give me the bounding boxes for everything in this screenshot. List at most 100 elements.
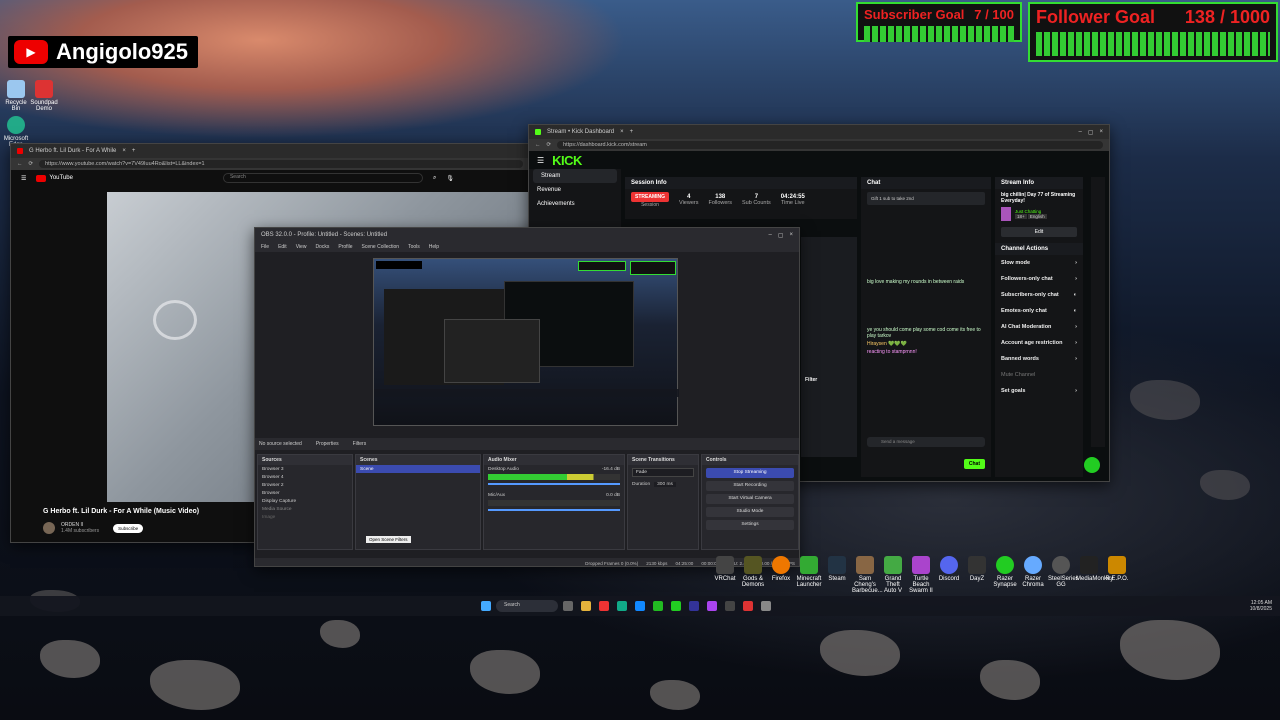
edit-stream-info-button[interactable]: Edit: [1001, 227, 1077, 237]
new-tab-icon[interactable]: +: [132, 148, 136, 154]
menu-icon[interactable]: ☰: [21, 175, 26, 182]
close-icon[interactable]: ×: [620, 129, 624, 135]
reload-icon[interactable]: ⟳: [29, 161, 34, 167]
menu-view[interactable]: View: [296, 244, 307, 250]
scene-item[interactable]: Scene: [356, 465, 480, 473]
action-account-age[interactable]: Account age restriction ›: [995, 335, 1083, 351]
desktop-icon[interactable]: SteelSeries GG: [1048, 556, 1079, 594]
chat-input[interactable]: Send a message: [867, 437, 985, 447]
stop-streaming-button[interactable]: Stop Streaming: [706, 468, 794, 478]
chat-send-button[interactable]: Chat: [963, 459, 985, 469]
start-virtual-camera-button[interactable]: Start Virtual Camera: [706, 494, 794, 504]
maximize-icon[interactable]: ▢: [778, 232, 784, 239]
settings-icon[interactable]: [761, 601, 771, 611]
chrome-icon[interactable]: [743, 601, 753, 611]
app-icon[interactable]: [707, 601, 717, 611]
action-subscribers-only[interactable]: Subscribers-only chat ◐: [995, 287, 1083, 303]
desktop-icon[interactable]: Turtle Beach Swarm II: [908, 556, 934, 594]
menu-profile[interactable]: Profile: [338, 244, 352, 250]
start-recording-button[interactable]: Start Recording: [706, 481, 794, 491]
window-close-icon[interactable]: ×: [1099, 129, 1103, 135]
volume-slider[interactable]: [488, 509, 620, 511]
source-item[interactable]: Browser 2: [258, 481, 352, 489]
filter-label[interactable]: Filter: [805, 377, 817, 383]
mic-icon[interactable]: 🎙: [446, 175, 454, 182]
task-view-icon[interactable]: [563, 601, 573, 611]
filters-button[interactable]: Filters: [353, 441, 367, 447]
kick-action-button[interactable]: [1084, 457, 1100, 473]
xbox-icon[interactable]: [653, 601, 663, 611]
desktop-icon[interactable]: Grand Theft Auto V: [880, 556, 906, 594]
menu-edit[interactable]: Edit: [278, 244, 287, 250]
file-explorer-icon[interactable]: [581, 601, 591, 611]
kick-logo[interactable]: KICK: [552, 153, 582, 168]
volume-slider[interactable]: [488, 483, 620, 485]
settings-button[interactable]: Settings: [706, 520, 794, 530]
youtube-tab[interactable]: G Herbo ft. Lil Durk - For A While: [29, 148, 116, 154]
taskbar-search[interactable]: Search: [496, 600, 558, 612]
desktop-icon[interactable]: Razer Chroma: [1020, 556, 1046, 594]
obs-icon[interactable]: [725, 601, 735, 611]
menu-tools[interactable]: Tools: [408, 244, 420, 250]
toggle-icon[interactable]: ◐: [1074, 292, 1077, 298]
taskbar-clock[interactable]: 12:05 AM 10/8/2025: [1250, 600, 1272, 612]
windows-start-icon[interactable]: [481, 601, 491, 611]
new-tab-icon[interactable]: +: [630, 129, 634, 135]
menu-icon[interactable]: ☰: [537, 156, 544, 165]
minimize-icon[interactable]: –: [768, 232, 771, 238]
edge-icon[interactable]: [617, 601, 627, 611]
source-item[interactable]: Browser 3: [258, 465, 352, 473]
back-icon[interactable]: ←: [17, 161, 23, 167]
studio-mode-button[interactable]: Studio Mode: [706, 507, 794, 517]
action-set-goals[interactable]: Set goals ›: [995, 383, 1083, 399]
nav-revenue[interactable]: Revenue: [529, 183, 621, 197]
desktop-icon[interactable]: MediaMonkey: [1076, 556, 1113, 594]
back-icon[interactable]: ←: [535, 142, 541, 148]
source-item[interactable]: Browser: [258, 489, 352, 497]
steam-icon[interactable]: [689, 601, 699, 611]
desktop-icon[interactable]: Firefox: [768, 556, 794, 594]
action-ai-moderation[interactable]: AI Chat Moderation ›: [995, 319, 1083, 335]
source-item[interactable]: Browser 4: [258, 473, 352, 481]
action-mute-channel[interactable]: Mute Channel: [995, 367, 1083, 383]
action-banned-words[interactable]: Banned words ›: [995, 351, 1083, 367]
reload-icon[interactable]: ⟳: [547, 142, 552, 148]
desktop-icon[interactable]: Gods & Demons: [740, 556, 766, 594]
desktop-icon[interactable]: R.E.P.O.: [1104, 556, 1130, 594]
desktop-icon[interactable]: DayZ: [964, 556, 990, 594]
desktop-icon[interactable]: VRChat: [712, 556, 738, 594]
kick-url[interactable]: https://dashboard.kick.com/stream: [557, 141, 1103, 149]
desktop-icon[interactable]: Discord: [936, 556, 962, 594]
subscribe-button[interactable]: Subscribe: [113, 523, 144, 533]
nav-achievements[interactable]: Achievements: [529, 197, 621, 211]
store-icon[interactable]: [635, 601, 645, 611]
action-emotes-only[interactable]: Emotes-only chat ◐: [995, 303, 1083, 319]
nav-stream[interactable]: Stream: [533, 169, 617, 183]
desktop-icon[interactable]: Razer Synapse: [992, 556, 1018, 594]
maximize-icon[interactable]: ▢: [1088, 129, 1094, 136]
desktop-icon[interactable]: Steam: [824, 556, 850, 594]
close-icon[interactable]: ×: [122, 148, 126, 154]
close-icon[interactable]: ×: [789, 232, 793, 238]
action-followers-only[interactable]: Followers-only chat ›: [995, 271, 1083, 287]
minimize-icon[interactable]: –: [1078, 129, 1081, 135]
desktop-icon-recycle-bin[interactable]: Recycle Bin: [2, 80, 30, 112]
menu-file[interactable]: File: [261, 244, 269, 250]
browser-icon[interactable]: [599, 601, 609, 611]
action-slow-mode[interactable]: Slow mode ›: [995, 255, 1083, 271]
desktop-icon[interactable]: Minecraft Launcher: [796, 556, 822, 594]
menu-docks[interactable]: Docks: [315, 244, 329, 250]
youtube-brand[interactable]: YouTube: [36, 174, 73, 182]
toggle-icon[interactable]: ◐: [1074, 308, 1077, 314]
search-icon[interactable]: ⌕: [433, 175, 436, 182]
source-item[interactable]: Image: [258, 513, 352, 521]
obs-preview[interactable]: [373, 258, 679, 426]
desktop-icon[interactable]: Sam Cheng's Barbecue...: [852, 556, 883, 594]
kick-tab[interactable]: Stream • Kick Dashboard: [547, 129, 614, 135]
transition-select[interactable]: Fade: [632, 468, 694, 477]
spotify-icon[interactable]: [671, 601, 681, 611]
source-item[interactable]: Display Capture: [258, 497, 352, 505]
channel-avatar[interactable]: [43, 522, 55, 534]
menu-help[interactable]: Help: [429, 244, 439, 250]
properties-button[interactable]: Properties: [316, 441, 339, 447]
